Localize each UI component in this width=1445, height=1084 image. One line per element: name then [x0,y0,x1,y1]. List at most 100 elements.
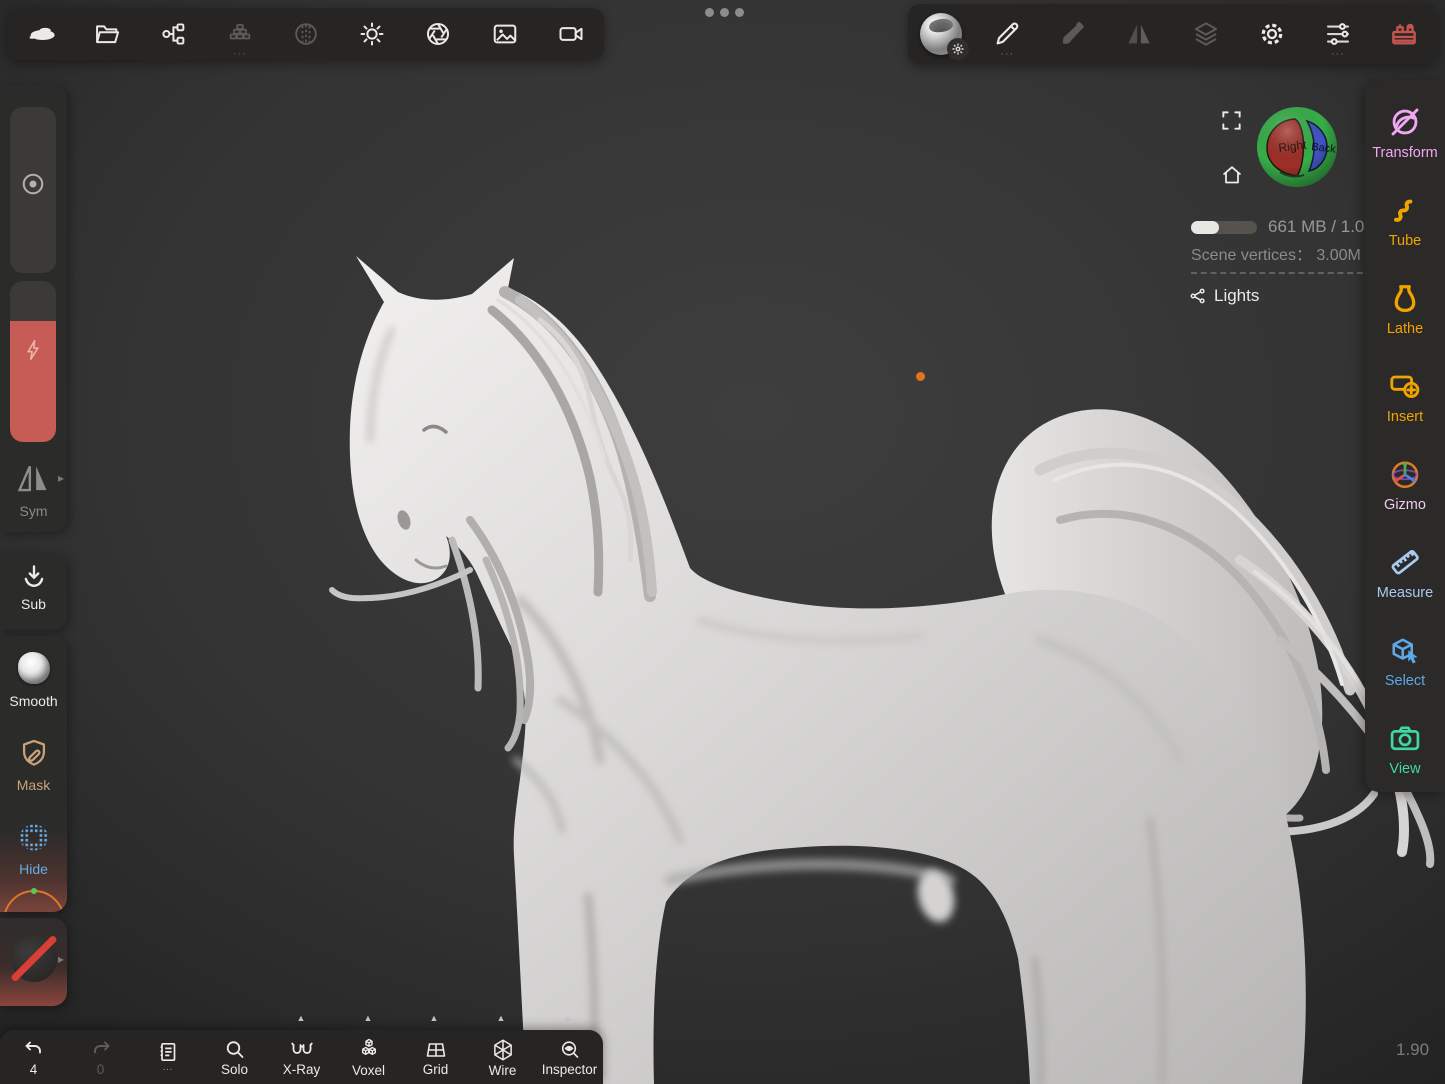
no-material-icon [11,936,57,982]
lights-label: Lights [1214,286,1259,306]
tool-lathe[interactable]: Lathe [1365,264,1445,352]
toggle-xray-label: X-Ray [283,1063,321,1077]
hide-label: Hide [0,861,67,877]
tool-lathe-label: Lathe [1387,321,1423,337]
smooth-brush-icon[interactable] [18,652,50,684]
pencil-brush-icon [992,19,1022,49]
right-tool-sidebar: Transform Tube Lathe Insert [1365,80,1445,792]
aperture-icon [424,20,452,48]
measure-ruler-icon [1387,544,1423,580]
voxel-caret[interactable]: ▲ [364,1014,373,1023]
inspector-caret[interactable]: ▲ [564,1014,573,1023]
undo-icon [22,1038,46,1062]
matcap-button-disabled[interactable] [283,11,329,57]
undo-button[interactable]: 4 [0,1030,67,1084]
tool-select[interactable]: Select [1365,616,1445,704]
window-handle[interactable] [705,8,744,17]
primitives-button-disabled[interactable]: ··· [217,11,263,57]
toggle-solo[interactable]: Solo [201,1030,268,1084]
material-sphere-icon [920,13,962,55]
files-button[interactable] [84,11,130,57]
settings-button[interactable] [1249,11,1295,57]
hide-dotted-icon[interactable] [16,820,52,856]
layers-icon [1191,19,1221,49]
nav-ball[interactable]: Right Back [1256,106,1338,188]
symmetry-icon[interactable] [14,463,52,495]
tool-gizmo[interactable]: Gizmo [1365,440,1445,528]
history-button[interactable]: ··· [134,1030,201,1084]
toolbox-button[interactable] [1381,11,1427,57]
stroke-cursor-dot [916,372,925,381]
toggle-wire[interactable]: Wire [469,1030,536,1084]
symmetry-button-disabled[interactable] [1116,11,1162,57]
lights-button[interactable]: Lights [1189,286,1259,306]
gear-icon [951,42,965,56]
nav-ball-icon: Right Back [1256,106,1338,188]
toggle-xray[interactable]: X-Ray [268,1030,335,1084]
strength-slider[interactable] [10,281,56,442]
bottom-toolbar: 4 0 ··· Solo [0,1030,603,1084]
xray-glasses-icon [289,1038,315,1062]
mirror-triangle-icon [1124,19,1154,49]
sub-arrow-icon [19,562,49,592]
layers-button-disabled[interactable] [1183,11,1229,57]
sun-icon [358,20,386,48]
redo-icon [89,1038,113,1062]
brush-button[interactable]: ··· [984,11,1030,57]
paint-brush-icon [1058,19,1088,49]
gizmo-peek-icon[interactable] [3,890,65,912]
folder-icon [93,20,121,48]
mask-shield-icon[interactable] [17,736,51,770]
tool-transform[interactable]: Transform [1365,88,1445,176]
sub-label: Sub [0,596,67,612]
material-gear-badge[interactable] [947,38,969,60]
fullscreen-icon [1220,109,1243,132]
wire-caret[interactable]: ▲ [497,1014,506,1023]
sliders-more: ··· [1331,49,1345,60]
toggle-inspector-label: Inspector [542,1063,598,1077]
toggle-voxel[interactable]: Voxel [335,1030,402,1084]
material-expand-chevron[interactable]: ▸ [58,952,64,966]
redo-count: 0 [97,1063,105,1077]
fullscreen-button[interactable] [1220,109,1243,132]
paint-button-disabled[interactable] [1050,11,1096,57]
lighting-button[interactable] [349,11,395,57]
tool-insert[interactable]: Insert [1365,352,1445,440]
toolbox-icon [1388,18,1420,50]
material-button[interactable] [918,11,964,57]
grid-caret[interactable]: ▲ [430,1014,439,1023]
notebook-icon [156,1040,180,1064]
tool-tube-label: Tube [1389,233,1422,249]
toggle-solo-label: Solo [221,1063,248,1077]
adjust-button[interactable]: ··· [1315,11,1361,57]
radius-slider[interactable] [10,107,56,273]
scene-vertices-value: 3.00M [1316,247,1360,264]
memory-bar-fill [1191,221,1219,234]
home-button[interactable] [1220,163,1244,187]
scene-graph-icon [160,20,188,48]
render-button[interactable] [415,11,461,57]
brush-more: ··· [1000,49,1014,60]
background-image-button[interactable] [482,11,528,57]
app-window: ··· [0,0,1445,1084]
sub-panel[interactable]: Sub [0,552,67,630]
history-more: ··· [163,1065,173,1075]
video-camera-icon [557,20,585,48]
toggle-inspector[interactable]: Inspector [536,1030,603,1084]
toggle-grid[interactable]: Grid [402,1030,469,1084]
tool-measure[interactable]: Measure [1365,528,1445,616]
symmetry-expand-chevron[interactable]: ▸ [58,471,64,485]
insert-icon [1387,368,1423,404]
redo-button[interactable]: 0 [67,1030,134,1084]
material-slot-panel[interactable]: ▸ [0,918,67,1006]
tool-tube[interactable]: Tube [1365,176,1445,264]
scene-graph-button[interactable] [151,11,197,57]
tube-icon [1387,192,1423,228]
camera-record-button[interactable] [548,11,594,57]
primitives-more: ··· [233,49,247,60]
top-right-toolbar: ··· [908,4,1437,64]
tool-transform-label: Transform [1372,145,1438,161]
xray-caret[interactable]: ▲ [297,1014,306,1023]
app-logo-button[interactable] [18,11,64,57]
tool-view[interactable]: View [1365,704,1445,792]
